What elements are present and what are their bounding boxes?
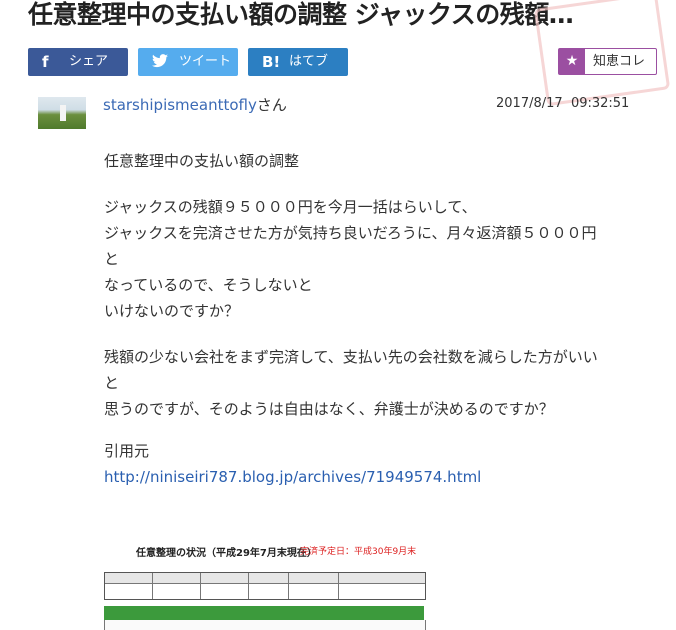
para1-line: と	[104, 250, 120, 268]
question-body: 任意整理中の支払い額の調整 ジャックスの残額９５０００円を今月一括はらいして、 …	[104, 148, 644, 490]
avatar[interactable]	[38, 97, 86, 129]
para1-line: いけないのですか？	[104, 302, 240, 320]
chiebukuro-collection-button[interactable]: ★ 知恵コレ	[558, 48, 657, 75]
facebook-share-label: シェア	[69, 54, 109, 69]
username-link[interactable]: starshipismeanttoflyさん	[103, 94, 287, 115]
para1-line: ジャックスを完済させた方が気持ち良いだろうに、月々返済額５０００円	[104, 224, 597, 242]
username[interactable]: starshipismeanttofly	[103, 96, 257, 114]
facebook-share-button[interactable]: f シェア	[28, 48, 128, 76]
para1-line: ジャックスの残額９５０００円を今月一括はらいして、	[104, 198, 477, 216]
star-icon: ★	[559, 49, 585, 74]
source-link[interactable]: http://niniseiri787.blog.jp/archives/719…	[104, 468, 481, 486]
post-time: 09:32:51	[570, 96, 630, 111]
facebook-icon: f	[42, 53, 49, 71]
para2-line: 思うのですが、そのようは自由はなく、弁護士が決めるのですか？	[104, 400, 554, 418]
attached-image-row	[104, 620, 426, 630]
twitter-bird-icon	[152, 48, 168, 76]
para2-line: と	[104, 374, 120, 392]
source-label: 引用元	[104, 442, 150, 460]
attached-image-title: 任意整理の状況（平成29年7月末現在）	[136, 548, 317, 559]
para1-line: なっているので、そうしないと	[104, 276, 313, 294]
attached-image-subtitle: 完済予定日：平成30年9月末	[300, 547, 417, 557]
attached-image-header-row	[104, 606, 424, 620]
twitter-share-label: ツイート	[179, 54, 232, 69]
post-date: 2017/8/17	[496, 96, 563, 111]
attached-image[interactable]: 任意整理の状況（平成29年7月末現在） 完済予定日：平成30年9月末	[104, 540, 428, 630]
hatena-bookmark-button[interactable]: B! はてブ	[248, 48, 348, 76]
chiebukuro-label: 知恵コレ	[593, 54, 646, 69]
post-timestamp: 2017/8/17 09:32:51	[496, 96, 629, 111]
honorific: さん	[256, 96, 287, 114]
para2-line: 残額の少ない会社をまず完済して、支払い先の会社数を減らした方がいい	[104, 348, 598, 366]
attached-image-table	[104, 572, 426, 600]
question-title: 任意整理中の支払い額の調整	[104, 152, 300, 170]
hatena-bookmark-label: はてブ	[289, 54, 329, 69]
hatena-bookmark-icon: B!	[262, 53, 281, 71]
twitter-share-button[interactable]: ツイート	[138, 48, 238, 76]
